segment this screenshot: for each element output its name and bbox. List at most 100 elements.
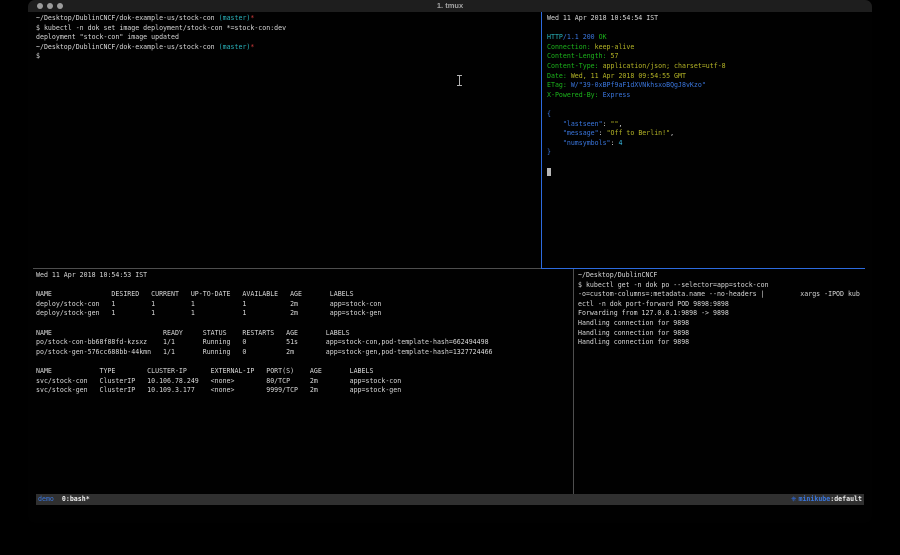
- terminal-line: [547, 158, 864, 168]
- text-segment: application/json; charset=utf-8: [603, 62, 726, 70]
- text-segment: "": [611, 120, 619, 128]
- text-segment: Connection:: [547, 43, 595, 51]
- ibeam-mouse-cursor: [456, 74, 463, 87]
- terminal-line: Connection: keep-alive: [547, 43, 864, 53]
- status-left: demo 0:bash*: [38, 494, 90, 505]
- terminal-line: ~/Desktop/DublinCNCF: [578, 271, 864, 281]
- text-segment: "lastseen": [563, 120, 603, 128]
- text-segment: ~/Desktop/DublinCNCF/dok-example-us/stoc…: [36, 14, 219, 22]
- tmux-session: ~/Desktop/DublinCNCF/dok-example-us/stoc…: [28, 12, 872, 523]
- terminal-line: -o=custom-columns=:metadata.name --no-he…: [578, 290, 864, 300]
- window-titlebar[interactable]: 1. tmux: [28, 0, 872, 12]
- terminal-line: {: [547, 110, 864, 120]
- text-segment: /1.1 200: [563, 33, 599, 41]
- text-segment: $: [36, 52, 40, 60]
- text-segment: svc/stock-con ClusterIP 10.106.78.249 <n…: [36, 377, 401, 385]
- kube-namespace: :default: [830, 495, 862, 503]
- terminal-line: Wed 11 Apr 2018 10:54:54 IST: [547, 14, 864, 24]
- text-segment: [547, 139, 563, 147]
- status-right: ⎈ minikube:default: [791, 494, 862, 505]
- text-segment: X-Powered-By:: [547, 91, 603, 99]
- text-segment: $ kubectl get -n dok po --selector=app=s…: [578, 281, 769, 289]
- terminal-line: $ kubectl get -n dok po --selector=app=s…: [578, 281, 864, 291]
- text-segment: Wed 11 Apr 2018 10:54:53 IST: [36, 271, 147, 279]
- text-segment: Wed 11 Apr 2018 10:54:54 IST: [547, 14, 658, 22]
- terminal-line: ectl -n dok port-forward POD 9898:9898: [578, 300, 864, 310]
- text-segment: $ kubectl -n dok set image deployment/st…: [36, 24, 286, 32]
- text-segment: OK: [599, 33, 607, 41]
- pane-top-left-shell[interactable]: ~/Desktop/DublinCNCF/dok-example-us/stoc…: [36, 14, 541, 268]
- pane-bottom-right-port-forward[interactable]: ~/Desktop/DublinCNCF $ kubectl get -n dok…: [578, 271, 864, 493]
- terminal-line: deploy/stock-gen 1 1 1 1 2m app=stock-ge…: [36, 309, 573, 319]
- text-segment: ,: [670, 129, 674, 137]
- terminal-line: }: [547, 148, 864, 158]
- window-title: 1. tmux: [28, 0, 872, 12]
- text-segment: Date:: [547, 72, 571, 80]
- terminal-line: [547, 168, 864, 178]
- terminal-line: NAME READY STATUS RESTARTS AGE LABELS: [36, 329, 573, 339]
- text-segment: ectl -n dok port-forward POD 9898:9898: [578, 300, 729, 308]
- text-segment: {: [547, 110, 551, 118]
- text-segment: Handling connection for 9898: [578, 319, 689, 327]
- text-segment: Content-Type:: [547, 62, 603, 70]
- terminal-line: svc/stock-gen ClusterIP 10.109.3.177 <no…: [36, 386, 573, 396]
- text-segment: Wed, 11 Apr 2018 09:54:55 GMT: [571, 72, 686, 80]
- terminal-line: X-Powered-By: Express: [547, 91, 864, 101]
- text-segment: "numsymbols": [563, 139, 611, 147]
- terminal-line: Content-Type: application/json; charset=…: [547, 62, 864, 72]
- pane-divider-vertical-top-active[interactable]: [541, 12, 542, 268]
- window-tab-bash[interactable]: 0:bash*: [62, 495, 90, 503]
- pane-divider-horizontal-right-active[interactable]: [541, 268, 865, 269]
- text-segment: NAME READY STATUS RESTARTS AGE LABELS: [36, 329, 350, 337]
- text-segment: W/"39-0xBPf9aF1dXVNkhsxoBQgJ8vKzo": [571, 81, 706, 89]
- terminal-line: Handling connection for 9898: [578, 338, 864, 348]
- terminal-line: [547, 100, 864, 110]
- terminal-line: deployment "stock-con" image updated: [36, 33, 541, 43]
- terminal-line: [36, 319, 573, 329]
- terminal-line: "message": "Off to Berlin!",: [547, 129, 864, 139]
- text-segment: (master): [219, 43, 251, 51]
- terminal-line: [36, 357, 573, 367]
- terminal-line: po/stock-gen-576cc688bb-44kmn 1/1 Runnin…: [36, 348, 573, 358]
- session-name: demo: [38, 495, 54, 503]
- text-segment: Forwarding from 127.0.0.1:9898 -> 9898: [578, 309, 729, 317]
- terminal-line: $: [36, 52, 541, 62]
- text-segment: Content-Length:: [547, 52, 611, 60]
- text-segment: *: [250, 14, 254, 22]
- terminal-line: deploy/stock-con 1 1 1 1 2m app=stock-co…: [36, 300, 573, 310]
- text-segment: deployment "stock-con" image updated: [36, 33, 179, 41]
- text-segment: ~/Desktop/DublinCNCF: [578, 271, 657, 279]
- tmux-status-bar: demo 0:bash* ⎈ minikube:default: [36, 494, 864, 505]
- pane-top-right-http-response[interactable]: Wed 11 Apr 2018 10:54:54 IST HTTP/1.1 200…: [547, 14, 864, 268]
- terminal-line: NAME TYPE CLUSTER-IP EXTERNAL-IP PORT(S)…: [36, 367, 573, 377]
- text-segment: Handling connection for 9898: [578, 338, 689, 346]
- text-segment: [547, 129, 563, 137]
- terminal-line: po/stock-con-bb68f88fd-kzsxz 1/1 Running…: [36, 338, 573, 348]
- terminal-line: "numsymbols": 4: [547, 139, 864, 149]
- terminal-line: Content-Length: 57: [547, 52, 864, 62]
- text-segment: *: [250, 43, 254, 51]
- text-segment: svc/stock-gen ClusterIP 10.109.3.177 <no…: [36, 386, 401, 394]
- terminal-line: Forwarding from 127.0.0.1:9898 -> 9898: [578, 309, 864, 319]
- terminal-line: Handling connection for 9898: [578, 329, 864, 339]
- pane-bottom-left-kubectl-get[interactable]: Wed 11 Apr 2018 10:54:53 ISTNAME DESIRED…: [36, 271, 573, 493]
- block-cursor: [547, 168, 551, 176]
- text-segment: "message": [563, 129, 599, 137]
- text-segment: (master): [219, 14, 251, 22]
- terminal-line: HTTP/1.1 200 OK: [547, 33, 864, 43]
- terminal-line: Wed 11 Apr 2018 10:54:53 IST: [36, 271, 573, 281]
- terminal-window: 1. tmux ~/Desktop/DublinCNCF/dok-example…: [28, 0, 872, 523]
- terminal-line: Handling connection for 9898: [578, 319, 864, 329]
- terminal-line: [36, 281, 573, 291]
- text-segment: Express: [603, 91, 631, 99]
- text-segment: HTTP: [547, 33, 563, 41]
- pane-divider-vertical-bottom[interactable]: [573, 269, 574, 494]
- text-segment: [547, 120, 563, 128]
- text-segment: Handling connection for 9898: [578, 329, 689, 337]
- pane-divider-horizontal-left[interactable]: [33, 268, 541, 269]
- terminal-line: [547, 24, 864, 34]
- text-segment: ETag:: [547, 81, 571, 89]
- text-segment: -o=custom-columns=:metadata.name --no-he…: [578, 290, 860, 298]
- text-segment: deploy/stock-con 1 1 1 1 2m app=stock-co…: [36, 300, 381, 308]
- text-segment: "Off to Berlin!": [607, 129, 671, 137]
